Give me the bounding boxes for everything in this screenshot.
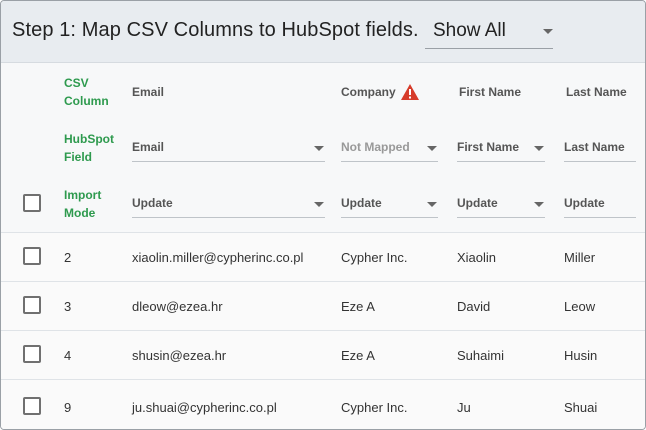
csv-column-label-line1: CSV xyxy=(64,76,89,90)
field-dropdown-last-name[interactable]: Last Name xyxy=(564,136,636,162)
csv-header-first-name: First Name xyxy=(459,85,522,99)
row-email: shusin@ezea.hr xyxy=(132,348,227,363)
row-number: 9 xyxy=(64,400,72,415)
csv-column-label: CSV Column xyxy=(64,74,109,110)
field-dropdown-first-name-label: First Name xyxy=(457,140,520,154)
row-last-name: Shuai xyxy=(564,400,598,415)
row-company: Cypher Inc. xyxy=(341,400,408,415)
row-company: Eze A xyxy=(341,348,375,363)
table-row: 9 ju.shuai@cypherinc.co.pl Cypher Inc. J… xyxy=(1,379,645,429)
show-all-dropdown[interactable]: Show All xyxy=(425,13,553,49)
show-all-label: Show All xyxy=(433,20,506,41)
chevron-down-icon xyxy=(543,29,553,34)
field-dropdown-company-label: Not Mapped xyxy=(341,140,410,154)
row-checkbox[interactable] xyxy=(23,345,41,363)
row-email: dleow@ezea.hr xyxy=(132,299,223,314)
mode-dropdown-company-label: Update xyxy=(341,196,382,210)
mode-dropdown-last-name[interactable]: Update xyxy=(564,192,636,218)
import-mode-label-line1: Import xyxy=(64,188,102,202)
chevron-down-icon xyxy=(314,146,324,151)
table-row: 2 xiaolin.miller@cypherinc.co.pl Cypher … xyxy=(1,232,645,281)
mode-dropdown-last-name-label: Update xyxy=(564,196,605,210)
row-company: Eze A xyxy=(341,299,375,314)
chevron-down-icon xyxy=(427,202,437,207)
table-row: 4 shusin@ezea.hr Eze A Suhaimi Husin xyxy=(1,330,645,379)
row-email: xiaolin.miller@cypherinc.co.pl xyxy=(132,250,304,265)
csv-header-company: Company xyxy=(341,85,396,99)
row-checkbox[interactable] xyxy=(23,397,41,415)
field-dropdown-email-label: Email xyxy=(132,140,165,154)
import-mode-label: Import Mode xyxy=(64,186,101,222)
page-title: Step 1: Map CSV Columns to HubSpot field… xyxy=(12,19,419,41)
csv-column-label-line2: Column xyxy=(64,94,109,108)
row-email: ju.shuai@cypherinc.co.pl xyxy=(132,400,277,415)
step-header: Step 1: Map CSV Columns to HubSpot field… xyxy=(1,1,645,63)
field-dropdown-last-name-label: Last Name xyxy=(564,140,625,154)
import-mode-label-line2: Mode xyxy=(64,206,96,220)
row-company: Cypher Inc. xyxy=(341,250,408,265)
mode-dropdown-company[interactable]: Update xyxy=(341,192,438,218)
row-first-name: Xiaolin xyxy=(457,250,497,265)
row-last-name: Leow xyxy=(564,299,596,314)
row-first-name: Ju xyxy=(457,400,471,415)
hubspot-field-label: HubSpot Field xyxy=(64,130,114,166)
field-dropdown-company[interactable]: Not Mapped xyxy=(341,136,438,162)
hubspot-field-label-line2: Field xyxy=(64,150,93,164)
csv-header-email: Email xyxy=(132,85,165,99)
warning-icon xyxy=(401,84,419,100)
mode-dropdown-first-name-label: Update xyxy=(457,196,498,210)
row-first-name: David xyxy=(457,299,491,314)
row-checkbox[interactable] xyxy=(23,296,41,314)
mapping-panel: Step 1: Map CSV Columns to HubSpot field… xyxy=(0,0,646,430)
row-number: 4 xyxy=(64,348,72,363)
mode-dropdown-email-label: Update xyxy=(132,196,173,210)
csv-header-last-name: Last Name xyxy=(566,85,627,99)
chevron-down-icon xyxy=(534,202,544,207)
chevron-down-icon xyxy=(314,202,324,207)
row-last-name: Miller xyxy=(564,250,596,265)
chevron-down-icon xyxy=(427,146,437,151)
row-checkbox[interactable] xyxy=(23,247,41,265)
row-first-name: Suhaimi xyxy=(457,348,504,363)
field-dropdown-first-name[interactable]: First Name xyxy=(457,136,545,162)
mode-dropdown-email[interactable]: Update xyxy=(132,192,325,218)
select-all-checkbox[interactable] xyxy=(23,194,41,212)
row-last-name: Husin xyxy=(564,348,598,363)
hubspot-field-label-line1: HubSpot xyxy=(64,132,114,146)
mode-dropdown-first-name[interactable]: Update xyxy=(457,192,545,218)
row-number: 3 xyxy=(64,299,72,314)
table-row: 3 dleow@ezea.hr Eze A David Leow xyxy=(1,281,645,330)
chevron-down-icon xyxy=(534,146,544,151)
row-number: 2 xyxy=(64,250,72,265)
field-dropdown-email[interactable]: Email xyxy=(132,136,325,162)
